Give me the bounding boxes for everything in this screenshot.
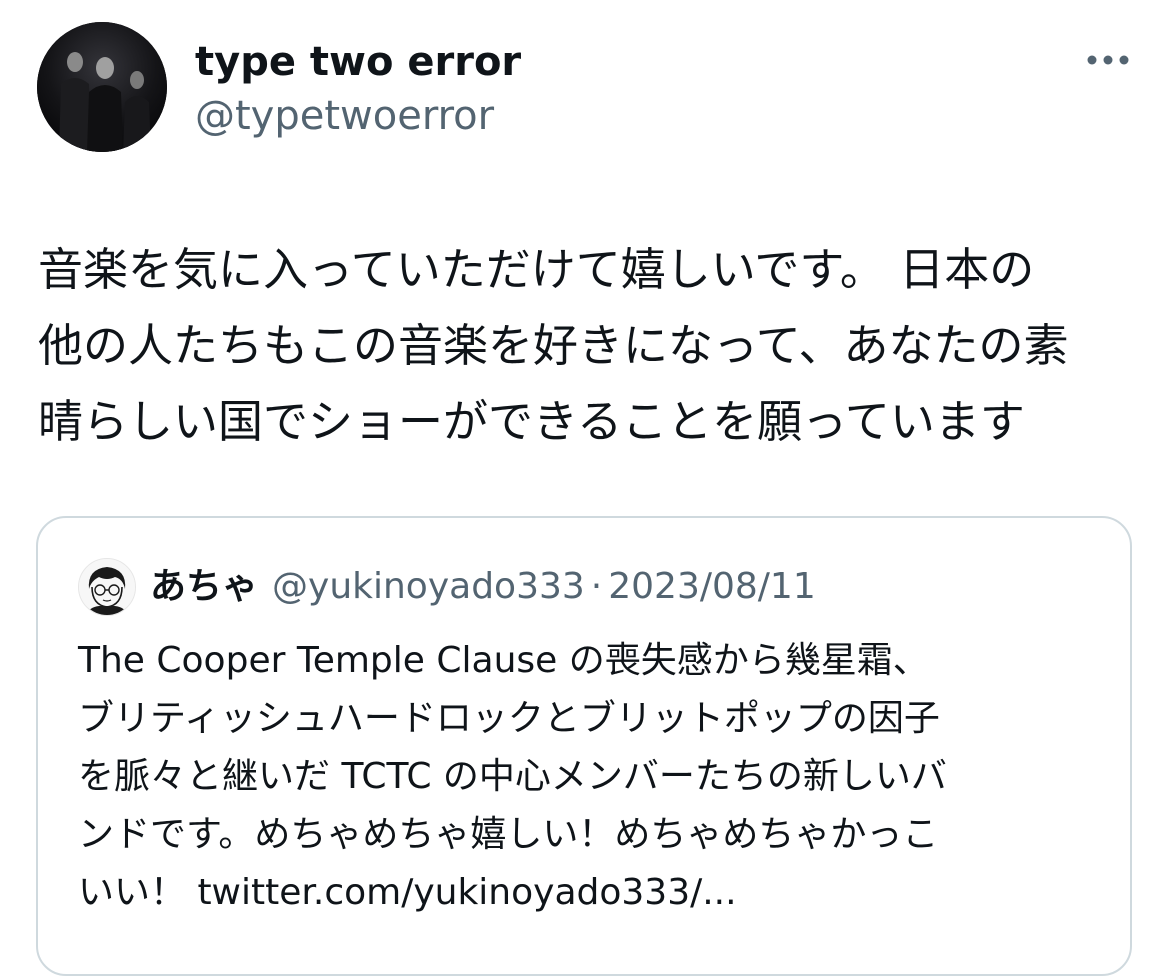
author-handle[interactable]: @typetwoerror (195, 90, 494, 142)
cartoon-face-avatar-icon (79, 559, 135, 615)
tweet-text: 音楽を気に入っていただけて嬉しいです。 日本の 他の人たちもこの音楽を好きになっ… (38, 232, 1148, 460)
author-avatar[interactable] (37, 22, 167, 152)
quote-author-avatar (78, 558, 136, 616)
quote-text-line: ブリティッシュハードロックとブリットポップの因子 (78, 698, 940, 739)
quote-text-line: ンドです。めちゃめちゃ嬉しい！めちゃめちゃかっこ (78, 814, 939, 855)
quote-separator: · (590, 566, 603, 607)
quoted-tweet-card[interactable]: あちゃ @yukinoyado333 · 2023/08/11 The Cooper … (36, 516, 1132, 976)
quote-header: あちゃ @yukinoyado333 · 2023/08/11 (150, 564, 816, 610)
more-options-icon (1087, 55, 1129, 65)
quote-author-name[interactable]: あちゃ (150, 566, 258, 607)
tweet: type two error @typetwoerror 音楽を気に入っていただ… (0, 0, 1170, 976)
quote-text: The Cooper Temple Clause の喪失感から幾星霜、 ブリティ… (78, 632, 1118, 922)
band-photo-avatar-icon (37, 22, 167, 152)
tweet-text-line: 音楽を気に入っていただけて嬉しいです。 日本の (38, 243, 1035, 296)
quote-date: 2023/08/11 (608, 566, 816, 607)
tweet-text-line: 晴らしい国でショーができることを願っています (38, 395, 1025, 448)
more-options-button[interactable] (1080, 40, 1136, 80)
tweet-text-line: 他の人たちもこの音楽を好きになって、あなたの素 (38, 319, 1069, 372)
quote-text-line: いい！ twitter.com/yukinoyado333/... (78, 872, 737, 913)
quote-author-handle[interactable]: @yukinoyado333 (272, 566, 585, 607)
quote-text-line: を脈々と継いだ TCTC の中心メンバーたちの新しいバ (78, 756, 947, 797)
quote-text-line: The Cooper Temple Clause の喪失感から幾星霜、 (78, 640, 929, 681)
author-display-name[interactable]: type two error (195, 36, 521, 88)
